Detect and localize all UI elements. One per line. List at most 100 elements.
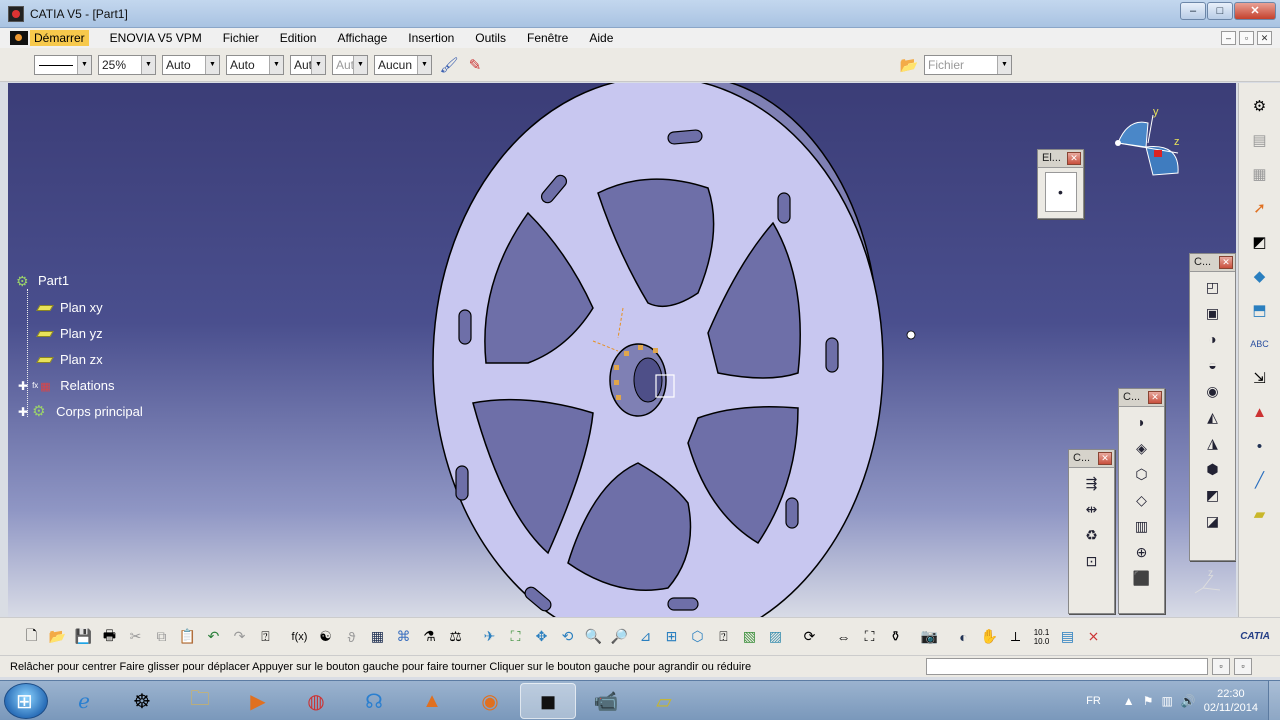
taskbar-catia-icon[interactable]: ◼ bbox=[520, 683, 576, 719]
maximize-button[interactable]: □ bbox=[1207, 2, 1233, 20]
plane-yellow-icon[interactable]: ▰ bbox=[1247, 501, 1273, 527]
zoom-in-icon[interactable]: 🔍 bbox=[582, 625, 605, 648]
tree-node-plan-xy[interactable]: Plan xy bbox=[36, 300, 103, 315]
draft-icon[interactable]: ⬡ bbox=[1131, 463, 1153, 485]
tray-network-icon[interactable]: ▥ bbox=[1161, 694, 1172, 708]
toolbar-title[interactable]: C... ✕ bbox=[1119, 389, 1164, 407]
floating-toolbar-c2[interactable]: C... ✕ ◗ ◈ ⬡ ◇ ▥ ⊕ ⬛ bbox=[1118, 388, 1165, 614]
slot-icon[interactable]: ◮ bbox=[1202, 432, 1224, 454]
doc-restore-button[interactable]: ▫ bbox=[1239, 31, 1254, 45]
select-arrow-icon[interactable]: ➚ bbox=[1247, 195, 1273, 221]
menu-aide[interactable]: Aide bbox=[589, 31, 613, 45]
fillet-icon[interactable]: ◗ bbox=[1131, 411, 1153, 433]
taskbar-camera-icon[interactable]: 📹 bbox=[578, 683, 634, 719]
sketch-icon[interactable]: ◩ bbox=[1247, 229, 1273, 255]
expand-plus-icon[interactable]: ✚ bbox=[18, 405, 28, 419]
copy-format-icon[interactable]: ✎ bbox=[464, 54, 486, 76]
clock[interactable]: 22:30 02/11/2014 bbox=[1204, 687, 1258, 715]
coordinates-icon[interactable]: 10.1 10.0 bbox=[1030, 625, 1053, 648]
taskbar-chrome-icon[interactable]: ◍ bbox=[288, 683, 344, 719]
minimize-button[interactable]: – bbox=[1180, 2, 1206, 20]
thread-icon[interactable]: ⊕ bbox=[1131, 541, 1153, 563]
line-icon[interactable]: ╱ bbox=[1247, 467, 1273, 493]
floating-toolbar-c3[interactable]: C... ✕ ◰ ▣ ◑ ◒ ◉ ◭ ◮ ⬢ ◩ ◪ bbox=[1189, 253, 1236, 561]
tree-node-relations[interactable]: ✚ fx ▦ Relations bbox=[18, 378, 115, 393]
language-indicator[interactable]: FR bbox=[1086, 695, 1101, 707]
analysis-icon[interactable]: ⚗ bbox=[418, 625, 441, 648]
axis-system-icon[interactable]: ⬒ bbox=[1247, 297, 1273, 323]
compass-icon[interactable] bbox=[1115, 114, 1179, 176]
render-style-icon[interactable]: ▨ bbox=[764, 625, 787, 648]
menu-demarrer[interactable]: Démarrer bbox=[30, 30, 89, 46]
stiffener-icon[interactable]: ⬢ bbox=[1202, 458, 1224, 480]
hole-icon[interactable]: ◉ bbox=[1202, 380, 1224, 402]
close-icon[interactable]: ✕ bbox=[1098, 452, 1112, 465]
apply-material-icon[interactable]: ▲ bbox=[1247, 399, 1273, 425]
tree-node-part1[interactable]: ⚙ Part1 bbox=[16, 273, 69, 288]
knowledge-icon[interactable]: ☯ bbox=[314, 625, 337, 648]
point-tool-icon[interactable]: • bbox=[1044, 172, 1077, 212]
swap-visible-icon[interactable]: ▧ bbox=[738, 625, 761, 648]
print-icon[interactable]: 🖶 bbox=[98, 625, 121, 648]
plane-tool-icon[interactable]: ◆ bbox=[1247, 263, 1273, 289]
taskbar-notes-icon[interactable]: ▱ bbox=[636, 683, 692, 719]
thickness-icon[interactable]: ▥ bbox=[1131, 515, 1153, 537]
menu-enovia[interactable]: ENOVIA V5 VPM bbox=[110, 31, 202, 45]
folder-icon[interactable]: 📂 bbox=[898, 54, 920, 76]
doc-close-button[interactable]: ✕ bbox=[1257, 31, 1272, 45]
pocket-icon[interactable]: ▣ bbox=[1202, 302, 1224, 324]
tray-volume-icon[interactable]: 🔊 bbox=[1181, 694, 1196, 708]
menu-fichier[interactable]: Fichier bbox=[223, 31, 259, 45]
catalog-icon[interactable]: ⌘ bbox=[392, 625, 415, 648]
formula-icon[interactable]: f(x) bbox=[288, 625, 311, 648]
taskbar-player-icon[interactable]: ▶ bbox=[230, 683, 286, 719]
thickness-select[interactable]: Auto ▼ bbox=[162, 54, 220, 75]
catia-app-icon[interactable] bbox=[8, 5, 24, 22]
pan-icon[interactable]: ✥ bbox=[530, 625, 553, 648]
swap-icon[interactable]: ◐ bbox=[952, 625, 975, 648]
floating-toolbar-c1[interactable]: C... ✕ ⇶ ⇹ ♻ ⊡ bbox=[1068, 449, 1115, 614]
insert-body-icon[interactable]: ▦ bbox=[1247, 161, 1273, 187]
cut-icon[interactable]: ✂ bbox=[124, 625, 147, 648]
update-icon[interactable]: ⟳ bbox=[798, 625, 821, 648]
table-icon[interactable]: ▦ bbox=[366, 625, 389, 648]
multi-view-icon[interactable]: ⊞ bbox=[660, 625, 683, 648]
fly-mode-icon[interactable]: ✈ bbox=[478, 625, 501, 648]
taskbar-media-icon[interactable]: ☸ bbox=[114, 683, 170, 719]
snap-icon[interactable]: ⨯ bbox=[1082, 625, 1105, 648]
tree-node-corps-principal[interactable]: ✚ ⚙ Corps principal bbox=[18, 404, 143, 420]
tree-node-plan-yz[interactable]: Plan yz bbox=[36, 326, 103, 341]
menu-fenetre[interactable]: Fenêtre bbox=[527, 31, 568, 45]
zoom-out-icon[interactable]: 🔎 bbox=[608, 625, 631, 648]
point-icon[interactable]: • bbox=[1247, 433, 1273, 459]
pattern-icon[interactable]: ♻ bbox=[1081, 524, 1103, 546]
close-button[interactable]: ✕ bbox=[1234, 2, 1276, 20]
cancel-command-icon[interactable]: ▫ bbox=[1234, 658, 1252, 675]
taskbar-explorer-icon[interactable]: 🗀 bbox=[172, 683, 228, 719]
zoom-select[interactable]: 25% ▼ bbox=[98, 54, 156, 75]
3d-viewport[interactable]: y z z ⚙ Part1 Plan xy Plan yz Plan zx ✚ … bbox=[8, 83, 1236, 617]
tree-node-plan-zx[interactable]: Plan zx bbox=[36, 352, 103, 367]
whats-this-icon[interactable]: ⍰ bbox=[254, 625, 277, 648]
fit-all-icon[interactable]: ⛶ bbox=[504, 625, 527, 648]
menu-insertion[interactable]: Insertion bbox=[408, 31, 454, 45]
chamfer-icon[interactable]: ◈ bbox=[1131, 437, 1153, 459]
undo-icon[interactable]: ↶ bbox=[202, 625, 225, 648]
layer-select[interactable]: Aucun ▼ bbox=[374, 54, 432, 75]
remove-loft-icon[interactable]: ◪ bbox=[1202, 510, 1224, 532]
measure-inertia-icon[interactable]: ⚱ bbox=[884, 625, 907, 648]
translate-icon[interactable]: ⇶ bbox=[1081, 472, 1103, 494]
taskbar-firefox-icon[interactable]: ◉ bbox=[462, 683, 518, 719]
rotate-icon[interactable]: ⟲ bbox=[556, 625, 579, 648]
document-icon[interactable] bbox=[10, 31, 28, 45]
open-file-icon[interactable]: 📂 bbox=[46, 625, 69, 648]
power-input-icon[interactable]: ▫ bbox=[1212, 658, 1230, 675]
redo-icon[interactable]: ↷ bbox=[228, 625, 251, 648]
menu-edition[interactable]: Edition bbox=[280, 31, 317, 45]
toolbar-title[interactable]: C... ✕ bbox=[1190, 254, 1235, 272]
close-icon[interactable]: ✕ bbox=[1219, 256, 1233, 269]
measure-icon[interactable]: ⇲ bbox=[1247, 365, 1273, 391]
grid-icon[interactable]: ▤ bbox=[1056, 625, 1079, 648]
show-desktop-button[interactable] bbox=[1268, 681, 1280, 720]
expand-plus-icon[interactable]: ✚ bbox=[18, 379, 28, 393]
